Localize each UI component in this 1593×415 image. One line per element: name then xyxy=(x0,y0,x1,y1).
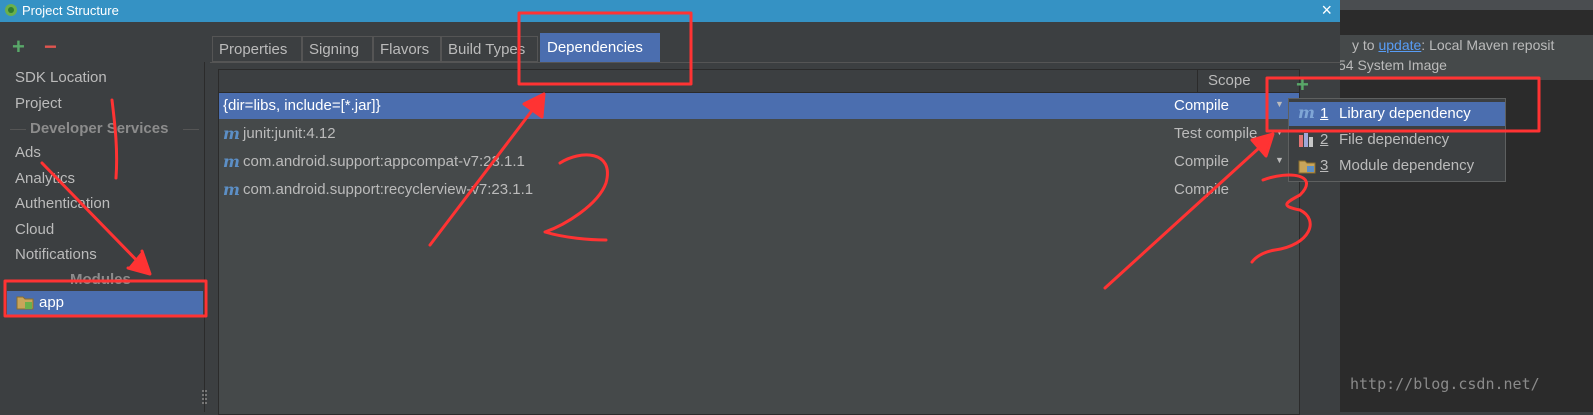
update-link[interactable]: update xyxy=(1378,37,1421,53)
scope-value[interactable]: Compile xyxy=(1174,181,1229,198)
menu-item-file-dependency[interactable]: 2 File dependency xyxy=(1289,128,1505,152)
tab-properties[interactable]: Properties xyxy=(212,36,302,62)
sidebar-item-sdk-location[interactable]: SDK Location xyxy=(15,69,107,86)
watermark: http://blog.csdn.net/ xyxy=(1350,375,1540,393)
menu-item-label: Library dependency xyxy=(1339,105,1471,122)
add-dependency-popup: m 1 Library dependency 2 File dependency… xyxy=(1288,98,1506,182)
menu-item-library-dependency[interactable]: m 1 Library dependency xyxy=(1289,102,1505,126)
chevron-down-icon[interactable]: ▼ xyxy=(1275,127,1284,137)
add-dependency-button[interactable]: + xyxy=(1296,74,1309,96)
tab-dependencies[interactable]: Dependencies xyxy=(540,33,660,62)
window-title: Project Structure xyxy=(22,3,119,18)
menu-item-label: Module dependency xyxy=(1339,157,1475,174)
maven-m-icon: m xyxy=(223,152,240,171)
chevron-down-icon[interactable]: ▼ xyxy=(1275,155,1284,165)
scope-header-label: Scope xyxy=(1208,72,1251,89)
module-folder-icon xyxy=(16,296,34,310)
dependency-name: {dir=libs, include=[*.jar]} xyxy=(223,97,381,114)
dependency-name: com.android.support:recyclerview-v7:23.1… xyxy=(243,181,534,198)
maven-m-icon: m xyxy=(223,180,240,199)
sidebar-item-notifications[interactable]: Notifications xyxy=(15,246,97,263)
sidebar-item-ads[interactable]: Ads xyxy=(15,144,41,161)
close-button[interactable]: × xyxy=(1321,0,1332,20)
background-ide-window: y to update: Local Maven reposit 54 Syst… xyxy=(1340,0,1593,412)
add-module-button[interactable]: + xyxy=(12,36,25,58)
tab-flavors[interactable]: Flavors xyxy=(373,36,441,62)
scope-column-header[interactable]: Scope xyxy=(1197,70,1299,92)
tab-signing[interactable]: Signing xyxy=(302,36,373,62)
sidebar-item-app[interactable]: app xyxy=(7,291,203,315)
menu-item-number: 3 xyxy=(1320,157,1329,174)
maven-m-icon: m xyxy=(223,124,240,143)
dependency-name: junit:junit:4.12 xyxy=(243,125,336,142)
separator xyxy=(10,129,26,130)
notice-suffix: : Local Maven reposit xyxy=(1421,37,1555,53)
module-folder-icon xyxy=(1298,160,1316,174)
scope-value[interactable]: Compile xyxy=(1174,153,1229,170)
dependency-name: com.android.support:appcompat-v7:23.1.1 xyxy=(243,153,525,170)
module-label: app xyxy=(39,294,65,311)
modules-header: Modules xyxy=(70,271,131,288)
background-toolbar xyxy=(1340,0,1593,10)
dependencies-panel: Scope {dir=libs, include=[*.jar]} Compil… xyxy=(210,62,1340,415)
menu-item-module-dependency[interactable]: 3 Module dependency xyxy=(1289,154,1505,178)
separator xyxy=(183,129,199,130)
sidebar-item-authentication[interactable]: Authentication xyxy=(15,195,110,212)
sidebar-item-cloud[interactable]: Cloud xyxy=(15,221,54,238)
resize-grip-icon[interactable] xyxy=(200,388,208,406)
notice-line-2: 54 System Image xyxy=(1340,57,1447,73)
menu-item-number: 1 xyxy=(1320,105,1329,122)
scope-value[interactable]: Compile xyxy=(1174,97,1229,114)
table-header: Scope xyxy=(219,70,1299,93)
tab-build-types[interactable]: Build Types xyxy=(441,36,538,62)
remove-module-button[interactable]: − xyxy=(44,36,57,58)
developer-services-header: Developer Services xyxy=(30,120,169,137)
window-title-bar: Project Structure × xyxy=(0,0,1340,22)
maven-m-icon: m xyxy=(1298,103,1315,122)
notice-prefix: y to xyxy=(1352,37,1379,53)
menu-item-label: File dependency xyxy=(1339,131,1450,148)
jar-file-icon xyxy=(1299,133,1313,147)
sidebar-item-analytics[interactable]: Analytics xyxy=(15,170,75,187)
table-row[interactable]: m com.android.support:recyclerview-v7:23… xyxy=(219,177,1299,203)
table-row[interactable]: m junit:junit:4.12 Test compile ▼ xyxy=(219,121,1299,147)
dependencies-table: Scope {dir=libs, include=[*.jar]} Compil… xyxy=(218,69,1300,415)
table-row[interactable]: m com.android.support:appcompat-v7:23.1.… xyxy=(219,149,1299,175)
menu-item-number: 2 xyxy=(1320,131,1329,148)
chevron-down-icon[interactable]: ▼ xyxy=(1275,99,1284,109)
left-panel: + − SDK Location Project Developer Servi… xyxy=(0,22,210,412)
table-row[interactable]: {dir=libs, include=[*.jar]} Compile ▼ xyxy=(219,93,1299,119)
scope-value[interactable]: Test compile xyxy=(1174,125,1257,142)
update-notification: y to update: Local Maven reposit 54 Syst… xyxy=(1340,35,1593,80)
android-studio-icon xyxy=(5,4,17,16)
sidebar-item-project[interactable]: Project xyxy=(15,95,62,112)
